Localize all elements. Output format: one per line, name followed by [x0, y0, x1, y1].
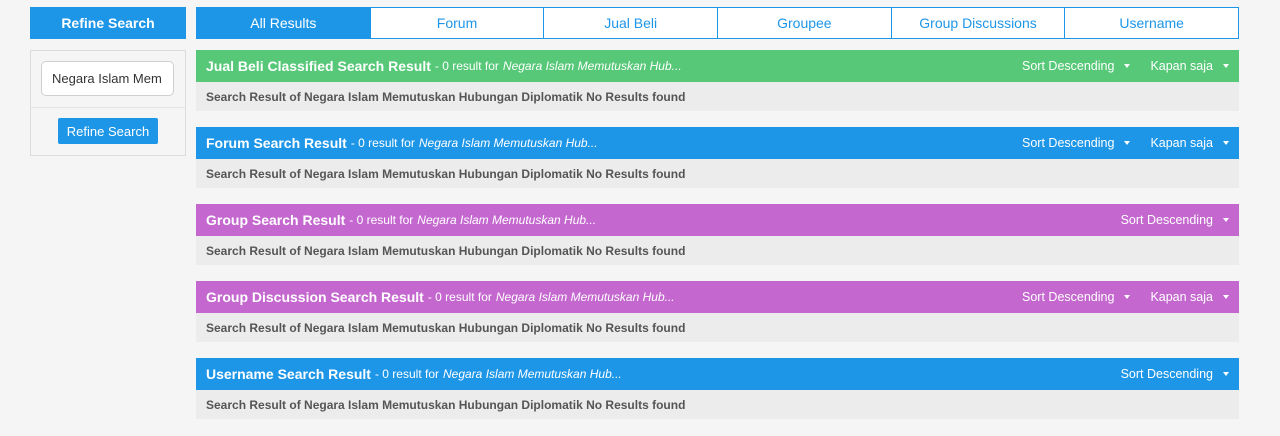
section-header: Group Search Result - 0 result for Negar… — [196, 204, 1239, 236]
section-header: Username Search Result - 0 result for Ne… — [196, 358, 1239, 390]
sort-label: Sort Descending — [1022, 59, 1115, 73]
caret-down-icon — [1124, 64, 1131, 68]
section-query: Negara Islam Memutuskan Hub... — [495, 290, 675, 304]
sort-label: Sort Descending — [1120, 213, 1213, 227]
section-body: Search Result of Negara Islam Memutuskan… — [196, 236, 1239, 265]
caret-down-icon — [1223, 218, 1229, 222]
section-count: - 0 result for — [350, 136, 415, 150]
tab-group-discussions[interactable]: Group Discussions — [892, 8, 1066, 38]
sort-dropdown[interactable]: Sort Descending — [1022, 59, 1131, 73]
tab-all-results[interactable]: All Results — [197, 8, 371, 38]
tab-label: Groupee — [777, 15, 832, 31]
section-count: - 0 result for — [374, 367, 439, 381]
section-forum: Forum Search Result - 0 result for Negar… — [196, 127, 1239, 188]
tab-label: All Results — [250, 15, 317, 31]
caret-down-icon — [1223, 64, 1229, 68]
caret-down-icon — [1124, 141, 1131, 145]
section-controls: Sort Descending — [1101, 367, 1229, 381]
refine-search-panel: Refine Search Refine Search — [30, 7, 186, 156]
section-body: Search Result of Negara Islam Memutuskan… — [196, 313, 1239, 342]
section-title: Group Search Result — [206, 212, 346, 228]
refine-search-header: Refine Search — [30, 7, 186, 39]
section-controls: Sort Descending — [1101, 213, 1229, 227]
section-count: - 0 result for — [427, 290, 492, 304]
results-list: Jual Beli Classified Search Result - 0 r… — [196, 50, 1239, 435]
tab-jual-beli[interactable]: Jual Beli — [544, 8, 719, 38]
section-controls: Sort Descending Kapan saja — [1002, 136, 1229, 150]
caret-down-icon — [1223, 295, 1229, 299]
section-count: - 0 result for — [434, 59, 499, 73]
tab-label: Username — [1119, 15, 1184, 31]
tab-forum[interactable]: Forum — [371, 8, 545, 38]
refine-search-input[interactable] — [41, 61, 174, 96]
section-controls: Sort Descending Kapan saja — [1002, 290, 1229, 304]
section-count: - 0 result for — [349, 213, 414, 227]
caret-down-icon — [1223, 141, 1229, 145]
tab-label: Group Discussions — [919, 15, 1037, 31]
sort-dropdown[interactable]: Sort Descending — [1022, 136, 1131, 150]
tab-label: Jual Beli — [604, 15, 658, 31]
refine-search-divider — [31, 107, 185, 108]
refine-search-form: Refine Search — [30, 50, 186, 156]
section-title: Jual Beli Classified Search Result — [206, 58, 431, 74]
section-query: Negara Islam Memutuskan Hub... — [502, 59, 682, 73]
section-group-discussion: Group Discussion Search Result - 0 resul… — [196, 281, 1239, 342]
section-title: Username Search Result — [206, 366, 371, 382]
sort-label: Sort Descending — [1022, 136, 1115, 150]
sort-dropdown[interactable]: Sort Descending — [1121, 213, 1229, 227]
time-dropdown[interactable]: Kapan saja — [1150, 136, 1229, 150]
section-jual-beli: Jual Beli Classified Search Result - 0 r… — [196, 50, 1239, 111]
section-body: Search Result of Negara Islam Memutuskan… — [196, 82, 1239, 111]
section-header: Jual Beli Classified Search Result - 0 r… — [196, 50, 1239, 82]
section-query: Negara Islam Memutuskan Hub... — [418, 136, 598, 150]
search-results-page: Refine Search Refine Search All Results … — [0, 0, 1280, 436]
tab-groupee[interactable]: Groupee — [718, 8, 892, 38]
time-label: Kapan saja — [1150, 290, 1213, 304]
tab-username[interactable]: Username — [1065, 8, 1238, 38]
section-title: Forum Search Result — [206, 135, 347, 151]
time-dropdown[interactable]: Kapan saja — [1150, 290, 1229, 304]
section-controls: Sort Descending Kapan saja — [1002, 59, 1229, 73]
time-dropdown[interactable]: Kapan saja — [1150, 59, 1229, 73]
section-username: Username Search Result - 0 result for Ne… — [196, 358, 1239, 419]
sort-dropdown[interactable]: Sort Descending — [1022, 290, 1131, 304]
section-body: Search Result of Negara Islam Memutuskan… — [196, 159, 1239, 188]
refine-search-button[interactable]: Refine Search — [58, 118, 158, 144]
section-group: Group Search Result - 0 result for Negar… — [196, 204, 1239, 265]
caret-down-icon — [1223, 372, 1229, 376]
sort-label: Sort Descending — [1022, 290, 1115, 304]
sort-label: Sort Descending — [1120, 367, 1213, 381]
section-header: Group Discussion Search Result - 0 resul… — [196, 281, 1239, 313]
section-body: Search Result of Negara Islam Memutuskan… — [196, 390, 1239, 419]
result-tabs: All Results Forum Jual Beli Groupee Grou… — [196, 7, 1239, 39]
caret-down-icon — [1124, 295, 1131, 299]
section-header: Forum Search Result - 0 result for Negar… — [196, 127, 1239, 159]
section-query: Negara Islam Memutuskan Hub... — [443, 367, 622, 381]
section-title: Group Discussion Search Result — [206, 289, 424, 305]
time-label: Kapan saja — [1150, 59, 1213, 73]
sort-dropdown[interactable]: Sort Descending — [1121, 367, 1229, 381]
time-label: Kapan saja — [1150, 136, 1213, 150]
tab-label: Forum — [436, 15, 478, 31]
section-query: Negara Islam Memutuskan Hub... — [417, 213, 597, 227]
